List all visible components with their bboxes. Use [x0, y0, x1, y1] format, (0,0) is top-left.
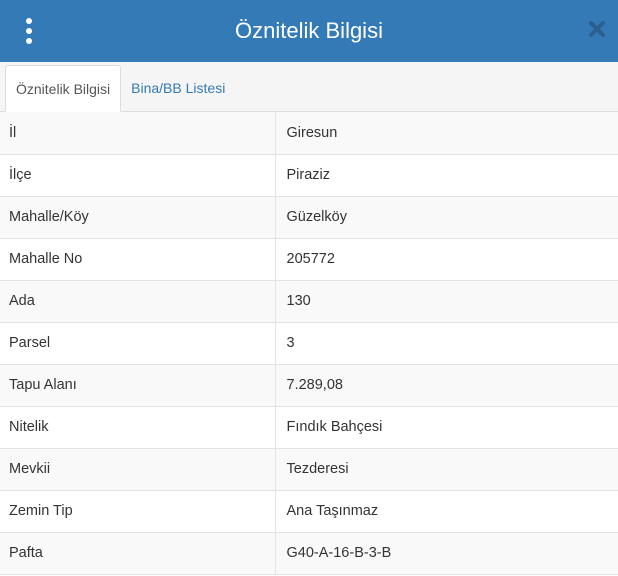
tab-oznitelik-bilgisi[interactable]: Öznitelik Bilgisi	[5, 65, 122, 112]
attribute-label: Mahalle/Köy	[0, 196, 275, 239]
table-row: Tapu Alanı 7.289,08	[0, 364, 618, 407]
table-row: Mahalle/Köy Güzelköy	[0, 196, 618, 239]
close-icon[interactable]	[586, 16, 608, 42]
attribute-value: Fındık Bahçesi	[274, 406, 618, 449]
table-row: Ada 130	[0, 280, 618, 323]
table-row: Parsel 3	[0, 322, 618, 365]
attribute-label: Zemin Tip	[0, 490, 275, 533]
attribute-value: Ana Taşınmaz	[274, 490, 618, 533]
attribute-value: Piraziz	[274, 154, 618, 197]
attribute-value: Tezderesi	[274, 448, 618, 491]
attribute-value: 3	[274, 322, 618, 365]
table-row: İl Giresun	[0, 112, 618, 155]
attribute-value: 130	[274, 280, 618, 323]
attribute-label: Parsel	[0, 322, 275, 365]
attribute-value: 7.289,08	[274, 364, 618, 407]
attribute-value: Giresun	[274, 112, 618, 155]
attribute-label: Mevkii	[0, 448, 275, 491]
table-row: Mahalle No 205772	[0, 238, 618, 281]
table-row: İlçe Piraziz	[0, 154, 618, 197]
attribute-value: 205772	[274, 238, 618, 281]
menu-dot	[26, 28, 32, 34]
table-row: Mevkii Tezderesi	[0, 448, 618, 491]
attribute-label: İlçe	[0, 154, 275, 197]
attribute-value: Güzelköy	[274, 196, 618, 239]
dialog-title: Öznitelik Bilgisi	[235, 18, 383, 43]
menu-dot	[26, 38, 32, 44]
tab-bina-bb-listesi[interactable]: Bina/BB Listesi	[121, 65, 235, 111]
attribute-label: Mahalle No	[0, 238, 275, 281]
attribute-label: Pafta	[0, 532, 275, 575]
table-row: Zemin Tip Ana Taşınmaz	[0, 490, 618, 533]
attribute-label: İl	[0, 112, 275, 155]
attribute-label: Nitelik	[0, 406, 275, 449]
attribute-value: G40-A-16-B-3-B	[274, 532, 618, 575]
menu-dot	[26, 18, 32, 24]
dialog-header: Öznitelik Bilgisi	[0, 0, 618, 62]
tab-bar: Öznitelik Bilgisi Bina/BB Listesi	[0, 62, 618, 112]
attribute-label: Ada	[0, 280, 275, 323]
attribute-table: İl Giresun İlçe Piraziz Mahalle/Köy Güze…	[0, 112, 618, 575]
close-icon-glyph	[589, 21, 605, 37]
attribute-label: Tapu Alanı	[0, 364, 275, 407]
table-row: Pafta G40-A-16-B-3-B	[0, 532, 618, 575]
vertical-dots-icon[interactable]	[18, 18, 40, 44]
table-row: Nitelik Fındık Bahçesi	[0, 406, 618, 449]
